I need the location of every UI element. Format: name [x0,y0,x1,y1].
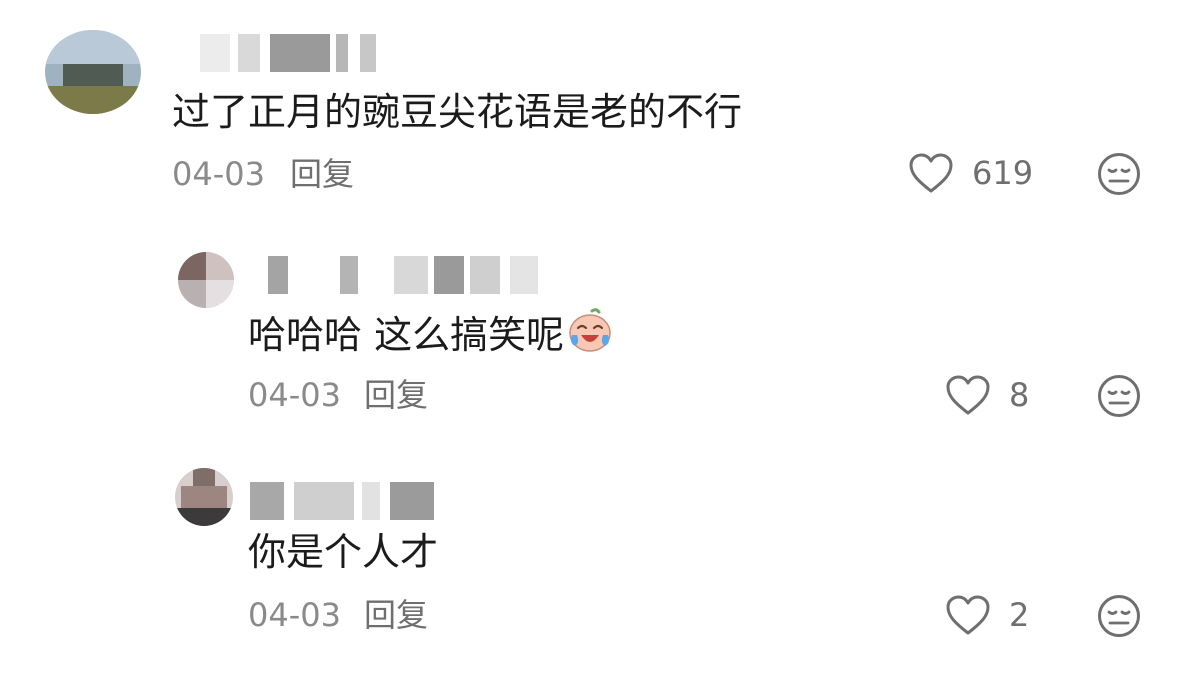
neutral-face-icon [1097,594,1141,638]
heart-outline-icon [945,594,991,636]
heart-outline-icon [945,374,991,416]
reply-button[interactable]: 回复 [290,156,354,192]
like-button[interactable]: 8 [945,374,1029,416]
neutral-face-icon [1097,152,1141,196]
like-button[interactable]: 619 [908,152,1033,194]
reply-item: 你是个人才 04-03 回复 2 [0,460,1200,670]
reply-button[interactable]: 回复 [364,597,428,633]
reply-button[interactable]: 回复 [364,377,428,413]
username-redacted[interactable] [250,482,450,520]
react-button[interactable] [1097,594,1141,638]
neutral-face-icon [1097,374,1141,418]
react-button[interactable] [1097,152,1141,196]
reply-text-content: 哈哈哈 这么搞笑呢 [248,313,565,357]
reply-date: 04-03 [248,596,341,634]
heart-outline-icon [908,152,954,194]
react-button[interactable] [1097,374,1141,418]
avatar[interactable] [45,30,141,114]
comment-text: 过了正月的豌豆尖花语是老的不行 [172,90,743,134]
username-redacted[interactable] [268,256,548,294]
reply-text: 哈哈哈 这么搞笑呢 [248,307,614,365]
reply-item: 哈哈哈 这么搞笑呢 04-03 回复 8 [0,240,1200,440]
reply-text: 你是个人才 [248,530,439,574]
comment-item: 过了正月的豌豆尖花语是老的不行 04-03 回复 619 [0,0,1200,220]
like-button[interactable]: 2 [945,594,1029,636]
avatar[interactable] [175,468,233,526]
like-count: 8 [1009,376,1030,414]
laughing-tears-emoji [566,307,614,362]
like-count: 2 [1009,596,1030,634]
like-count: 619 [972,154,1034,192]
username-redacted[interactable] [200,34,390,72]
avatar[interactable] [178,252,234,308]
reply-date: 04-03 [248,376,341,414]
comment-date: 04-03 [172,155,265,193]
